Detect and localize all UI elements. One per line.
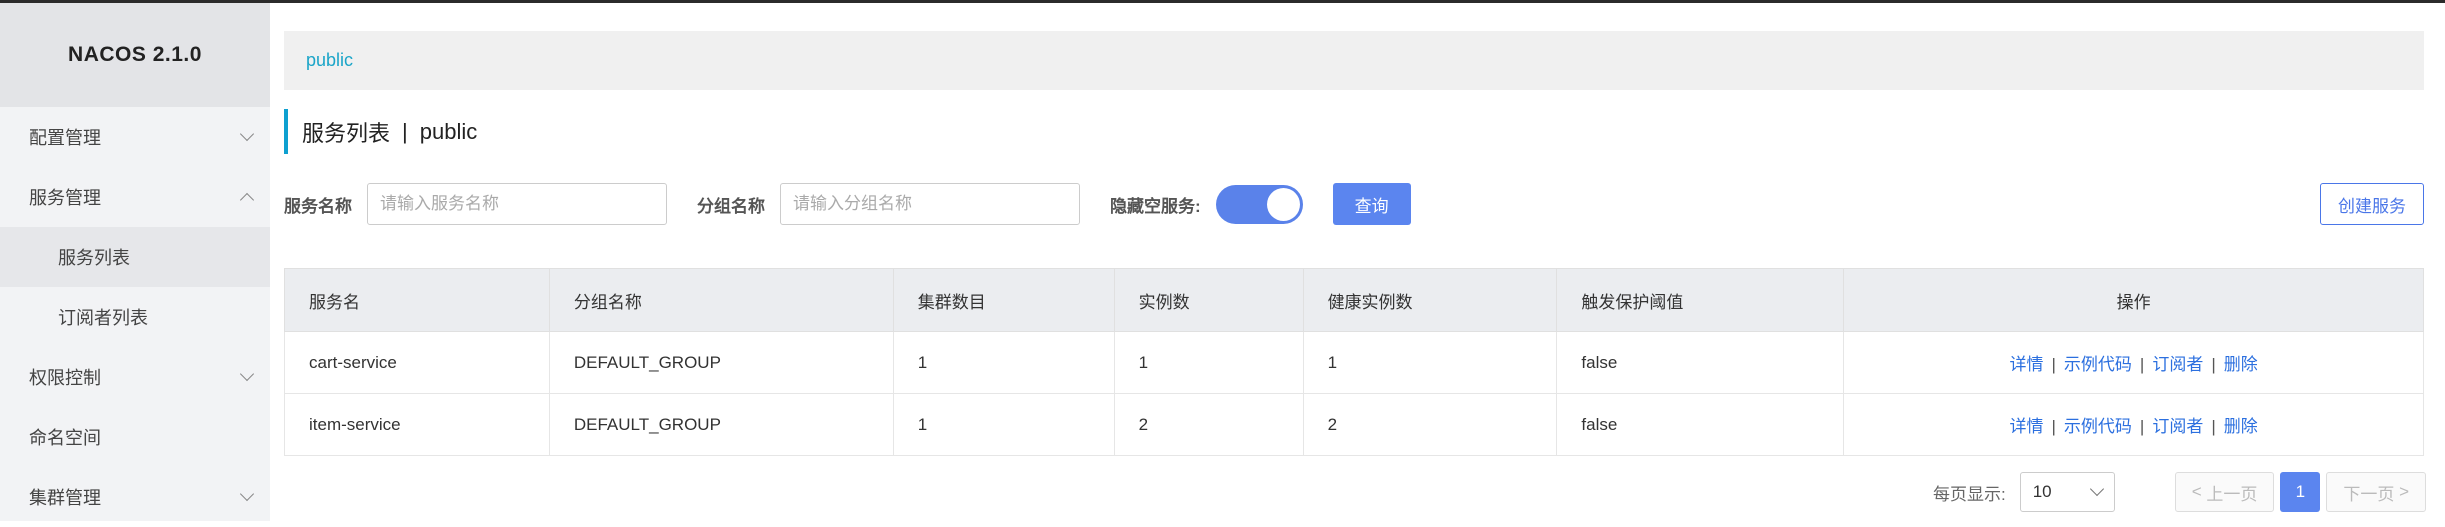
sample-code-link[interactable]: 示例代码 — [2064, 417, 2132, 436]
chevron-down-icon — [2089, 481, 2104, 497]
sidebar-item-label: 命名空间 — [29, 428, 101, 448]
cell-actions: 详情 | 示例代码 | 订阅者 | 删除 — [1843, 331, 2424, 394]
sidebar: NACOS 2.1.0 配置管理 服务管理 服务列表 订阅者列表 权限控制 命名… — [0, 3, 270, 521]
action-separator: | — [2139, 355, 2145, 374]
page-size-label: 每页显示: — [1932, 484, 2006, 504]
chevron-down-icon — [239, 126, 255, 142]
column-header: 分组名称 — [548, 268, 894, 332]
table-row: item-service DEFAULT_GROUP 1 2 2 false 详… — [284, 393, 2424, 456]
subscribers-link[interactable]: 订阅者 — [2152, 355, 2203, 374]
sidebar-item-config[interactable]: 配置管理 — [0, 107, 270, 167]
action-separator: | — [2051, 355, 2056, 374]
sidebar-item-auth[interactable]: 权限控制 — [0, 347, 270, 407]
cell-protect-threshold: false — [1556, 393, 1845, 456]
chevron-right-icon: > — [2394, 482, 2409, 501]
chevron-down-icon — [239, 366, 255, 382]
delete-link[interactable]: 删除 — [2224, 355, 2258, 374]
cell-cluster-count: 1 — [892, 393, 1115, 456]
page-title-text: 服务列表 — [302, 120, 391, 146]
column-header: 集群数目 — [892, 268, 1115, 332]
title-separator: | — [402, 118, 408, 144]
service-name-label: 服务名称 — [284, 196, 352, 216]
service-table: 服务名 分组名称 集群数目 实例数 健康实例数 触发保护阈值 操作 cart-s… — [284, 268, 2424, 456]
hide-empty-toggle[interactable] — [1215, 184, 1303, 224]
next-page-label: 下一页 — [2343, 484, 2395, 504]
column-header: 健康实例数 — [1302, 268, 1558, 332]
column-header: 触发保护阈值 — [1556, 268, 1845, 332]
page-size-select[interactable]: 10 — [2019, 472, 2115, 512]
sidebar-item-label: 服务管理 — [29, 188, 101, 208]
delete-link[interactable]: 删除 — [2224, 417, 2258, 436]
page-title-namespace: public — [419, 118, 478, 144]
column-header: 操作 — [1843, 268, 2424, 332]
action-separator: | — [2139, 417, 2145, 436]
sidebar-item-label: 订阅者列表 — [58, 308, 148, 328]
cell-healthy-count: 2 — [1302, 393, 1558, 456]
table-row: cart-service DEFAULT_GROUP 1 1 1 false 详… — [284, 331, 2424, 394]
cell-service-name: item-service — [284, 393, 550, 456]
toggle-knob — [1266, 187, 1300, 221]
hide-empty-label: 隐藏空服务: — [1110, 196, 1201, 216]
breadcrumb-namespace[interactable]: public — [306, 50, 353, 71]
prev-page-label: 上一页 — [2206, 484, 2258, 504]
action-separator: | — [2211, 417, 2216, 436]
cell-instance-count: 1 — [1113, 331, 1304, 394]
table-header-row: 服务名 分组名称 集群数目 实例数 健康实例数 触发保护阈值 操作 — [284, 268, 2424, 332]
column-header: 服务名 — [284, 268, 550, 332]
action-separator: | — [2051, 417, 2056, 436]
main-content: public 服务列表 | public 服务名称 分组名称 隐藏空服务: 查询… — [270, 3, 2445, 521]
cell-instance-count: 2 — [1113, 393, 1304, 456]
cell-healthy-count: 1 — [1302, 331, 1558, 394]
page-title: 服务列表 | public — [284, 109, 477, 154]
column-header: 实例数 — [1113, 268, 1304, 332]
group-name-input[interactable] — [780, 183, 1080, 225]
cell-group-name: DEFAULT_GROUP — [548, 331, 894, 394]
chevron-up-icon — [239, 192, 255, 208]
detail-link[interactable]: 详情 — [2010, 417, 2044, 436]
sidebar-item-label: 权限控制 — [29, 368, 101, 388]
app-logo: NACOS 2.1.0 — [0, 3, 270, 107]
cell-actions: 详情 | 示例代码 | 订阅者 | 删除 — [1843, 393, 2424, 456]
cell-protect-threshold: false — [1556, 331, 1845, 394]
action-separator: | — [2211, 355, 2216, 374]
sample-code-link[interactable]: 示例代码 — [2064, 355, 2132, 374]
chevron-down-icon — [239, 486, 255, 502]
sidebar-item-service-mgmt[interactable]: 服务管理 — [0, 167, 270, 227]
filter-bar: 服务名称 分组名称 隐藏空服务: 查询 创建服务 — [284, 182, 2424, 226]
sidebar-item-namespace[interactable]: 命名空间 — [0, 407, 270, 467]
page-size-value: 10 — [2032, 482, 2052, 501]
subscribers-link[interactable]: 订阅者 — [2152, 417, 2203, 436]
page-number-current[interactable]: 1 — [2280, 472, 2321, 512]
next-page-button[interactable]: 下一页 > — [2326, 472, 2426, 512]
sidebar-item-label: 服务列表 — [58, 248, 130, 268]
cell-cluster-count: 1 — [892, 331, 1115, 394]
create-service-button[interactable]: 创建服务 — [2320, 183, 2424, 225]
cell-group-name: DEFAULT_GROUP — [548, 393, 894, 456]
sidebar-item-label: 配置管理 — [29, 128, 101, 148]
sidebar-item-label: 集群管理 — [29, 488, 101, 508]
sidebar-item-cluster[interactable]: 集群管理 — [0, 467, 270, 527]
sidebar-item-service-list[interactable]: 服务列表 — [0, 227, 270, 287]
sidebar-item-subscribers[interactable]: 订阅者列表 — [0, 287, 270, 347]
pagination: 每页显示: 10 < 上一页 1 下一页 > — [1933, 472, 2426, 512]
cell-service-name: cart-service — [284, 331, 550, 394]
service-name-input[interactable] — [367, 183, 667, 225]
group-name-label: 分组名称 — [697, 196, 765, 216]
breadcrumb: public — [284, 31, 2424, 90]
chevron-left-icon: < — [2191, 482, 2207, 501]
query-button[interactable]: 查询 — [1332, 183, 1411, 225]
prev-page-button[interactable]: < 上一页 — [2174, 472, 2275, 512]
detail-link[interactable]: 详情 — [2010, 355, 2044, 374]
